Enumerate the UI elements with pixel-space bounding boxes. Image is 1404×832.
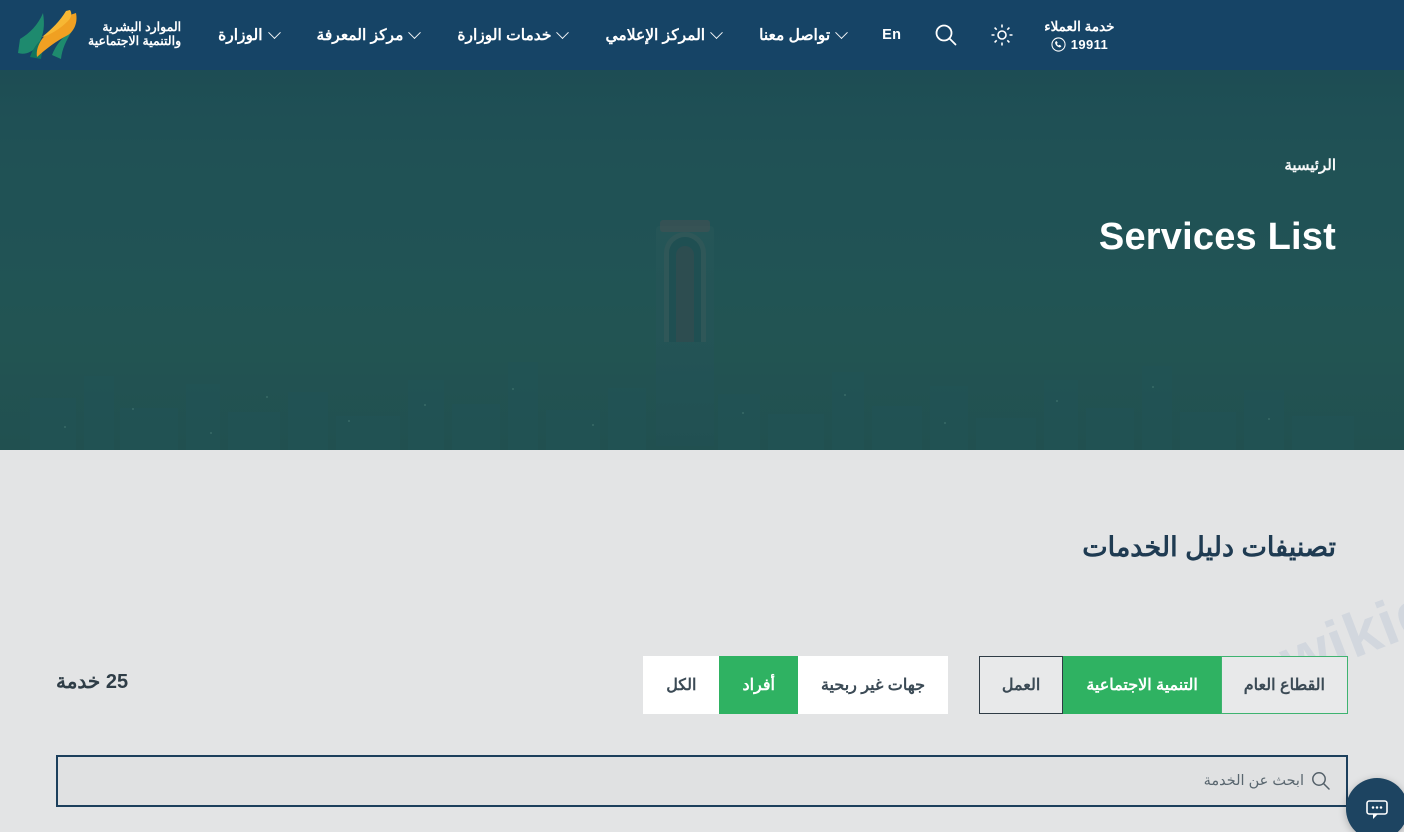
chat-widget-button[interactable] xyxy=(1346,778,1404,832)
tab-label: القطاع العام xyxy=(1243,677,1325,694)
page-root: الموارد البشرية والتنمية الاجتماعية الوز… xyxy=(0,0,1404,832)
tab-label: التنمية الاجتماعية xyxy=(1086,677,1198,694)
search-box[interactable] xyxy=(56,755,1348,807)
tab-social-development[interactable]: التنمية الاجتماعية xyxy=(1063,656,1221,714)
chevron-down-icon xyxy=(267,25,281,39)
chevron-down-icon xyxy=(556,25,570,39)
tab-nonprofit-entities[interactable]: جهات غير ربحية xyxy=(797,656,948,714)
tab-labor[interactable]: العمل xyxy=(978,656,1064,714)
site-logo[interactable]: الموارد البشرية والتنمية الاجتماعية xyxy=(12,9,181,61)
service-count: 25 خدمة xyxy=(56,671,129,693)
customer-service-block[interactable]: خدمة العملاء 19911 xyxy=(1044,19,1114,52)
filter-bar: 25 خدمة العمل التنمية الاجتماعية القطاع … xyxy=(0,656,1404,714)
tab-label: الكل xyxy=(666,677,697,694)
hero-content: الرئيسية Services List xyxy=(0,70,1404,450)
phone-icon xyxy=(1051,36,1066,52)
customer-service-phone-number: 19911 xyxy=(1070,36,1109,52)
top-navigation-bar: الموارد البشرية والتنمية الاجتماعية الوز… xyxy=(0,0,1404,70)
search-icon[interactable] xyxy=(1310,770,1332,792)
chevron-down-icon xyxy=(408,25,422,39)
tab-label: العمل xyxy=(1001,677,1041,694)
hero-banner: الرئيسية Services List xyxy=(0,70,1404,450)
nav-item-ministry[interactable]: الوزارة xyxy=(199,0,297,70)
nav-item-label: تواصل معنا xyxy=(759,26,831,44)
nav-item-media-center[interactable]: المركز الإعلامي xyxy=(586,0,740,70)
chevron-down-icon xyxy=(835,25,849,39)
brand-text: الموارد البشرية والتنمية الاجتماعية xyxy=(88,20,181,50)
audience-tab-group: الكل أفراد جهات غير ربحية xyxy=(643,656,948,714)
nav-item-contact-us[interactable]: تواصل معنا xyxy=(740,0,865,70)
nav-item-ministry-services[interactable]: خدمات الوزارة xyxy=(438,0,586,70)
chevron-down-icon xyxy=(710,25,723,39)
brand-line-2: والتنمية الاجتماعية xyxy=(88,34,182,48)
nav-item-label: الوزارة xyxy=(218,26,263,44)
services-directory-section: تصنيفات دليل الخدمات xyxy=(0,532,1404,563)
search-input[interactable] xyxy=(72,757,1310,805)
section-title: تصنيفات دليل الخدمات xyxy=(1082,532,1336,562)
language-toggle-label: En xyxy=(882,27,902,43)
language-toggle[interactable]: En xyxy=(865,0,918,70)
nav-item-label: المركز الإعلامي xyxy=(605,26,706,44)
tab-label: جهات غير ربحية xyxy=(820,677,925,694)
tab-individuals[interactable]: أفراد xyxy=(719,656,798,714)
nav-item-label: مركز المعرفة xyxy=(316,26,404,44)
sector-tab-group: العمل التنمية الاجتماعية القطاع العام xyxy=(978,656,1348,714)
search-section xyxy=(56,755,1348,807)
breadcrumb[interactable]: الرئيسية xyxy=(0,156,1336,174)
customer-service-label: خدمة العملاء xyxy=(1044,18,1115,34)
chat-bubble-icon xyxy=(1366,800,1388,819)
page-title: Services List xyxy=(1098,216,1336,258)
tab-all[interactable]: الكل xyxy=(643,656,720,714)
search-icon[interactable] xyxy=(918,0,974,70)
nav-items: الوزارة مركز المعرفة خدمات الوزارة المرك… xyxy=(199,0,1128,70)
customer-service-phone[interactable]: 19911 xyxy=(1051,37,1108,52)
gear-icon[interactable] xyxy=(974,0,1030,70)
hrsd-star-logo-icon xyxy=(12,9,82,61)
tab-label: أفراد xyxy=(742,677,775,694)
nav-item-knowledge-center[interactable]: مركز المعرفة xyxy=(298,0,439,70)
nav-item-label: خدمات الوزارة xyxy=(457,26,552,44)
tab-public-sector[interactable]: القطاع العام xyxy=(1220,656,1348,714)
brand-line-1: الموارد البشرية xyxy=(102,20,182,34)
